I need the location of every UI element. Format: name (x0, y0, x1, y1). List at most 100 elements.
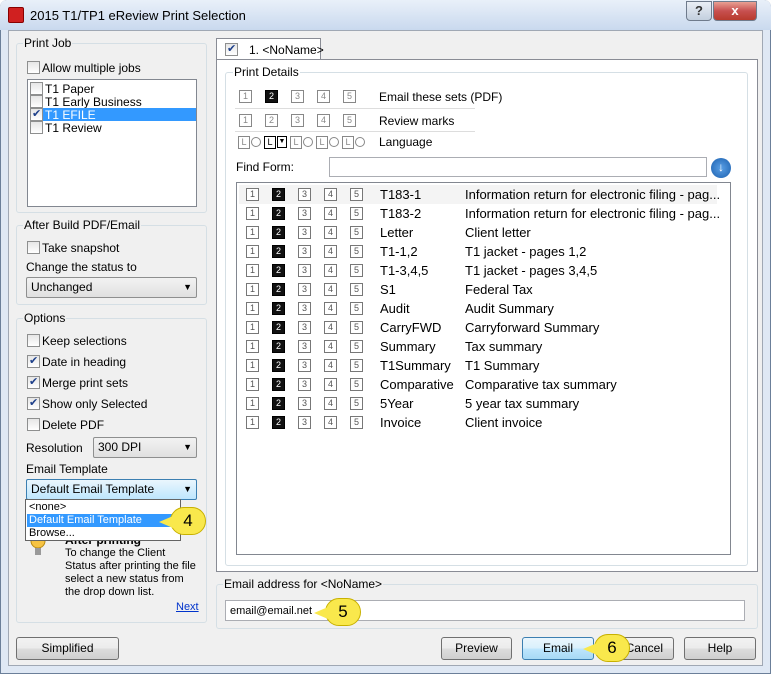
form-row[interactable]: 1 2 3 4 5 Invoice Client invoice (239, 413, 717, 432)
form-set-2-toggle[interactable]: 2 (272, 226, 285, 239)
simplified-button[interactable]: Simplified (16, 637, 119, 660)
form-set-2-toggle[interactable]: 2 (272, 283, 285, 296)
form-set-4-toggle[interactable]: 4 (324, 188, 337, 201)
form-set-1-toggle[interactable]: 1 (246, 378, 259, 391)
form-row[interactable]: 1 2 3 4 5 S1 Federal Tax (239, 280, 717, 299)
set-1-toggle[interactable]: 1 (239, 90, 252, 103)
form-set-3-toggle[interactable]: 3 (298, 207, 311, 220)
print-job-list[interactable]: T1 Paper T1 Early Business T1 EFILE T1 R… (27, 79, 197, 207)
form-row[interactable]: 1 2 3 4 5 T1Summary T1 Summary (239, 356, 717, 375)
keep-selections-checkbox[interactable] (27, 334, 40, 347)
form-set-2-toggle[interactable]: 2 (272, 340, 285, 353)
find-next-icon[interactable]: ↓ (711, 158, 731, 178)
form-set-2-toggle[interactable]: 2 (272, 207, 285, 220)
review-mark-4[interactable]: 4 (317, 114, 330, 127)
form-set-3-toggle[interactable]: 3 (298, 283, 311, 296)
form-set-1-toggle[interactable]: 1 (246, 416, 259, 429)
form-set-2-toggle[interactable]: 2 (272, 245, 285, 258)
form-set-4-toggle[interactable]: 4 (324, 378, 337, 391)
job-item-t1-review[interactable]: T1 Review (30, 121, 196, 135)
form-row[interactable]: 1 2 3 4 5 Summary Tax summary (239, 337, 717, 356)
allow-multiple-checkbox[interactable] (27, 61, 40, 74)
review-mark-2[interactable]: 2 (265, 114, 278, 127)
job-item-t1-efile[interactable]: T1 EFILE (30, 107, 196, 122)
form-set-5-toggle[interactable]: 5 (350, 416, 363, 429)
form-set-5-toggle[interactable]: 5 (350, 188, 363, 201)
form-set-3-toggle[interactable]: 3 (298, 359, 311, 372)
set-5-toggle[interactable]: 5 (343, 90, 356, 103)
language-1[interactable]: L (238, 136, 250, 149)
form-row[interactable]: 1 2 3 4 5 T1-3,4,5 T1 jacket - pages 3,4,5 (239, 261, 717, 280)
review-mark-3[interactable]: 3 (291, 114, 304, 127)
radio-icon[interactable] (355, 137, 365, 147)
form-row[interactable]: 1 2 3 4 5 CarryFWD Carryforward Summary (239, 318, 717, 337)
date-in-heading-checkbox[interactable] (27, 354, 40, 368)
form-set-5-toggle[interactable]: 5 (350, 245, 363, 258)
form-set-5-toggle[interactable]: 5 (350, 207, 363, 220)
radio-icon[interactable] (329, 137, 339, 147)
form-row[interactable]: 1 2 3 4 5 Audit Audit Summary (239, 299, 717, 318)
form-set-2-toggle[interactable]: 2 (272, 416, 285, 429)
form-set-4-toggle[interactable]: 4 (324, 302, 337, 315)
job-item-t1-paper[interactable]: T1 Paper (30, 82, 196, 96)
form-set-1-toggle[interactable]: 1 (246, 207, 259, 220)
dropdown-option-browse[interactable]: Browse... (27, 527, 179, 540)
merge-print-sets-checkbox[interactable] (27, 375, 40, 389)
form-set-2-toggle[interactable]: 2 (272, 264, 285, 277)
form-set-3-toggle[interactable]: 3 (298, 302, 311, 315)
form-set-5-toggle[interactable]: 5 (350, 226, 363, 239)
language-4[interactable]: L (316, 136, 328, 149)
form-set-3-toggle[interactable]: 3 (298, 188, 311, 201)
form-set-2-toggle[interactable]: 2 (272, 321, 285, 334)
title-bar[interactable]: 2015 T1/TP1 eReview Print Selection ? x (0, 0, 771, 30)
form-set-5-toggle[interactable]: 5 (350, 359, 363, 372)
form-set-5-toggle[interactable]: 5 (350, 321, 363, 334)
form-set-4-toggle[interactable]: 4 (324, 245, 337, 258)
form-set-5-toggle[interactable]: 5 (350, 264, 363, 277)
form-set-2-toggle[interactable]: 2 (272, 397, 285, 410)
form-set-1-toggle[interactable]: 1 (246, 283, 259, 296)
language-5[interactable]: L (342, 136, 354, 149)
form-set-1-toggle[interactable]: 1 (246, 226, 259, 239)
preview-button[interactable]: Preview (441, 637, 512, 660)
form-row[interactable]: 1 2 3 4 5 T183-1 Information return for electr… (239, 185, 720, 204)
status-select[interactable]: Unchanged ▼ (26, 277, 197, 298)
email-template-select[interactable]: Default Email Template ▼ (26, 479, 197, 500)
form-set-3-toggle[interactable]: 3 (298, 340, 311, 353)
form-set-3-toggle[interactable]: 3 (298, 397, 311, 410)
form-set-5-toggle[interactable]: 5 (350, 340, 363, 353)
find-form-input[interactable] (329, 157, 707, 177)
language-selectors[interactable]: L L ▼ L L L (238, 136, 370, 150)
form-set-4-toggle[interactable]: 4 (324, 226, 337, 239)
form-set-4-toggle[interactable]: 4 (324, 207, 337, 220)
form-row[interactable]: 1 2 3 4 5 5Year 5 year tax summary (239, 394, 717, 413)
form-set-1-toggle[interactable]: 1 (246, 397, 259, 410)
form-set-1-toggle[interactable]: 1 (246, 264, 259, 277)
form-set-4-toggle[interactable]: 4 (324, 264, 337, 277)
set-2-toggle[interactable]: 2 (265, 90, 278, 103)
language-3[interactable]: L (290, 136, 302, 149)
review-mark-5[interactable]: 5 (343, 114, 356, 127)
form-row[interactable]: 1 2 3 4 5 T1-1,2 T1 jacket - pages 1,2 (239, 242, 717, 261)
form-set-4-toggle[interactable]: 4 (324, 321, 337, 334)
form-set-3-toggle[interactable]: 3 (298, 378, 311, 391)
help-button[interactable]: Help (684, 637, 756, 660)
form-set-4-toggle[interactable]: 4 (324, 359, 337, 372)
form-set-2-toggle[interactable]: 2 (272, 188, 285, 201)
form-set-2-toggle[interactable]: 2 (272, 302, 285, 315)
form-set-1-toggle[interactable]: 1 (246, 340, 259, 353)
dropdown-option-default[interactable]: Default Email Template (27, 514, 179, 527)
job-item-t1-early-business[interactable]: T1 Early Business (30, 95, 196, 109)
help-title-button[interactable]: ? (686, 1, 712, 21)
form-set-1-toggle[interactable]: 1 (246, 302, 259, 315)
form-set-4-toggle[interactable]: 4 (324, 340, 337, 353)
form-row[interactable]: 1 2 3 4 5 T183-2 Information return for electr… (239, 204, 720, 223)
email-template-dropdown[interactable]: <none> Default Email Template Browse... (25, 499, 181, 541)
email-input[interactable] (225, 600, 745, 621)
language-2[interactable]: L (264, 136, 276, 149)
next-link[interactable]: Next (176, 601, 199, 613)
form-set-4-toggle[interactable]: 4 (324, 397, 337, 410)
job-checkbox[interactable] (30, 107, 43, 121)
show-only-selected-checkbox[interactable] (27, 396, 40, 410)
form-set-1-toggle[interactable]: 1 (246, 188, 259, 201)
